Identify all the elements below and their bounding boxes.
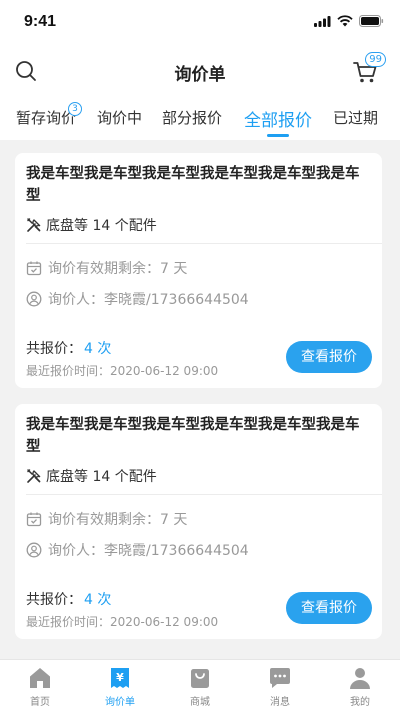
view-quotes-button[interactable]: 查看报价 xyxy=(286,592,372,624)
inquiry-icon: ¥ xyxy=(111,668,129,688)
inquirer-text: 询价人：李晓霞/17366644504 xyxy=(48,292,249,308)
quote-count: 共报价： 4 次 xyxy=(26,338,111,358)
inquirer-text: 询价人：李晓霞/17366644504 xyxy=(48,543,249,559)
wrench-tools-icon xyxy=(27,469,41,483)
nav-label: 我的 xyxy=(350,697,370,708)
message-icon xyxy=(270,668,290,688)
shop-bag-icon xyxy=(191,669,209,688)
validity-text: 询价有效期剩余：7 天 xyxy=(48,512,188,528)
active-tab-indicator xyxy=(267,134,289,137)
recent-quote-time: 最近报价时间：2020-06-12 09:00 xyxy=(26,364,219,378)
validity-row: 询价有效期剩余：7 天 xyxy=(26,258,187,278)
vehicle-model-title: 我是车型我是车型我是车型我是车型我是车型我是车型 xyxy=(26,417,360,455)
parts-summary: 底盘等 14 个配件 xyxy=(26,215,157,235)
draft-count-badge: 3 xyxy=(68,102,82,116)
wifi-icon xyxy=(337,15,353,27)
validity-text: 询价有效期剩余：7 天 xyxy=(48,261,188,277)
quote-count-value: 4 次 xyxy=(84,341,112,357)
user-circle-icon xyxy=(26,291,42,307)
nav-label: 商城 xyxy=(190,697,210,708)
nav-label: 首页 xyxy=(30,697,50,708)
tab-label: 全部报价 xyxy=(244,111,312,131)
calendar-check-icon xyxy=(26,261,42,276)
profile-icon xyxy=(350,668,370,689)
home-icon xyxy=(30,668,50,688)
bottom-nav-shop[interactable]: 商城 xyxy=(160,660,240,711)
tab-fully-quoted[interactable]: 全部报价 xyxy=(244,106,312,131)
bottom-nav-messages[interactable]: 消息 xyxy=(240,660,320,711)
quote-count-label: 共报价： xyxy=(26,592,82,608)
battery-icon xyxy=(359,15,384,27)
tab-label: 暂存询价 xyxy=(16,109,77,127)
parts-text: 底盘等 14 个配件 xyxy=(46,469,157,485)
quote-count-label: 共报价： xyxy=(26,341,82,357)
status-time: 9:41 xyxy=(24,13,57,30)
status-icons xyxy=(314,15,384,27)
inquirer-row: 询价人：李晓霞/17366644504 xyxy=(26,289,249,309)
status-bar: 9:41 xyxy=(0,0,400,46)
tab-expired[interactable]: 已过期 xyxy=(333,107,378,128)
page-title: 询价单 xyxy=(174,65,226,85)
inquiry-card[interactable]: 我是车型我是车型我是车型我是车型我是车型我是车型 底盘等 14 个配件 询价有效… xyxy=(15,153,382,388)
inquiry-card[interactable]: 我是车型我是车型我是车型我是车型我是车型我是车型 底盘等 14 个配件 询价有效… xyxy=(15,404,382,639)
tab-label: 部分报价 xyxy=(162,109,223,127)
validity-row: 询价有效期剩余：7 天 xyxy=(26,509,187,529)
bottom-nav-home[interactable]: 首页 xyxy=(0,660,80,711)
tab-label: 询价中 xyxy=(97,109,143,127)
divider xyxy=(26,243,382,244)
vehicle-model-title: 我是车型我是车型我是车型我是车型我是车型我是车型 xyxy=(26,166,360,204)
parts-summary: 底盘等 14 个配件 xyxy=(26,466,157,486)
quote-count-value: 4 次 xyxy=(84,592,112,608)
cellular-signal-icon xyxy=(314,15,331,27)
quote-count: 共报价： 4 次 xyxy=(26,589,111,609)
nav-label: 询价单 xyxy=(105,697,135,708)
wrench-tools-icon xyxy=(27,218,41,232)
cart-count-badge: 99 xyxy=(365,52,386,67)
user-circle-icon xyxy=(26,542,42,558)
svg-text:¥: ¥ xyxy=(116,671,124,684)
bottom-tab-bar: 首页 ¥ 询价单 商城 消息 我的 xyxy=(0,659,400,711)
view-quotes-button[interactable]: 查看报价 xyxy=(286,341,372,373)
status-tabs: 暂存询价 3 询价中 部分报价 全部报价 已过期 xyxy=(0,96,400,140)
calendar-check-icon xyxy=(26,512,42,527)
tab-label: 已过期 xyxy=(333,109,379,127)
recent-quote-time: 最近报价时间：2020-06-12 09:00 xyxy=(26,615,219,629)
bottom-nav-inquiry[interactable]: ¥ 询价单 xyxy=(80,660,160,711)
divider xyxy=(26,494,382,495)
nav-label: 消息 xyxy=(270,697,290,708)
tab-inquiring[interactable]: 询价中 xyxy=(97,107,142,128)
parts-text: 底盘等 14 个配件 xyxy=(46,218,157,234)
tab-partially-quoted[interactable]: 部分报价 xyxy=(162,107,222,128)
cart-button[interactable]: 99 xyxy=(352,52,386,85)
tab-draft-inquiries[interactable]: 暂存询价 xyxy=(16,107,76,128)
bottom-nav-profile[interactable]: 我的 xyxy=(320,660,400,711)
top-navigation-bar: 询价单 99 xyxy=(0,46,400,96)
inquirer-row: 询价人：李晓霞/17366644504 xyxy=(26,540,249,560)
